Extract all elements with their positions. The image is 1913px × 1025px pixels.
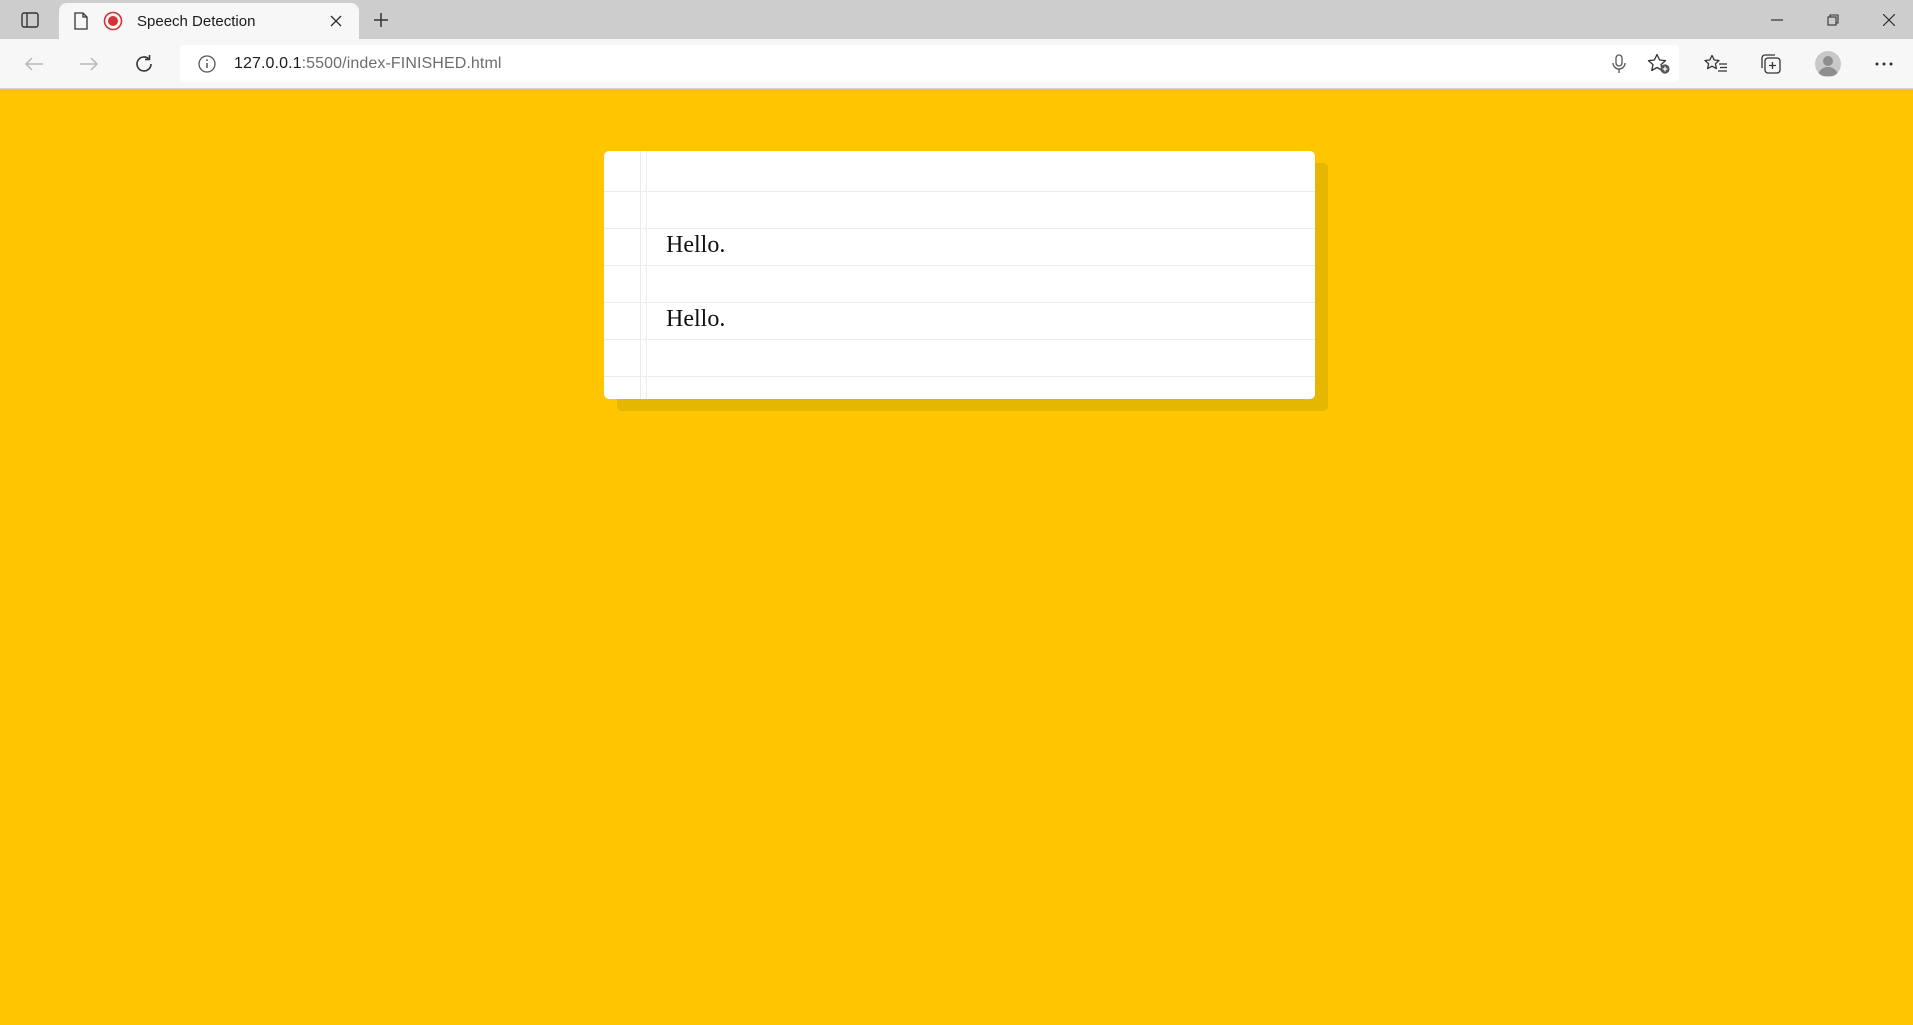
add-favorite-icon[interactable] [1639,45,1679,82]
microphone-icon[interactable] [1599,45,1639,82]
restore-icon[interactable] [1805,0,1861,39]
minimize-icon[interactable] [1749,0,1805,39]
margin-line-left [640,151,641,399]
tab-actions-button[interactable] [12,6,48,34]
back-button[interactable] [16,46,52,82]
page-viewport: Hello. Hello. [0,89,1913,1025]
margin-line-right [646,151,647,399]
url-path: :5500/index-FINISHED.html [301,54,502,72]
collections-icon[interactable] [1751,46,1791,82]
forward-arrow-icon [80,57,99,71]
favorites-icon[interactable] [1696,46,1736,82]
transcript-line: Hello. [666,306,726,332]
close-window-icon[interactable] [1861,0,1913,39]
transcript-area: Hello. Hello. [666,233,1295,381]
address-bar[interactable]: 127.0.0.1:5500/index-FINISHED.html [180,45,1679,82]
more-options-icon[interactable] [1864,46,1904,82]
page-icon [72,12,90,30]
tab-title: Speech Detection [137,12,256,30]
avatar-icon [1815,51,1841,77]
url-text[interactable]: 127.0.0.1:5500/index-FINISHED.html [234,55,502,73]
new-tab-icon[interactable] [366,6,396,34]
back-arrow-icon [24,57,43,71]
browser-toolbar: 127.0.0.1:5500/index-FINISHED.html [0,39,1913,89]
profile-avatar[interactable] [1808,46,1848,82]
active-tab[interactable]: Speech Detection [59,3,359,39]
refresh-button[interactable] [126,46,162,82]
recording-icon [103,11,123,31]
url-host: 127.0.0.1 [234,54,302,72]
tab-strip: Speech Detection [0,0,1913,39]
forward-button[interactable] [71,46,107,82]
lined-paper: Hello. Hello. [604,151,1315,399]
tab-actions-icon [21,12,39,28]
transcript-line: Hello. [666,232,726,258]
close-tab-icon[interactable] [321,6,351,36]
refresh-icon [136,55,152,72]
site-info-icon[interactable] [196,53,218,75]
